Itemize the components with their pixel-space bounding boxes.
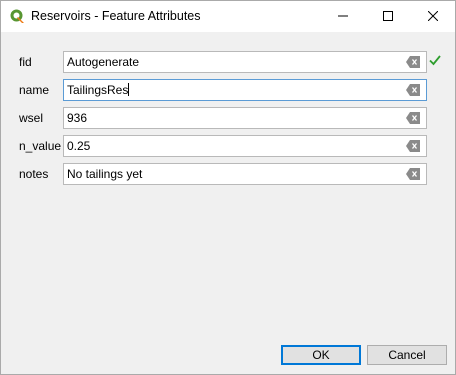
field-row-wsel: wsel 936 <box>1 107 455 129</box>
window-title: Reservoirs - Feature Attributes <box>31 9 201 23</box>
clear-icon[interactable] <box>406 168 420 180</box>
field-value: Autogenerate <box>67 55 140 69</box>
field-label: notes <box>19 167 49 181</box>
field-row-n-value: n_value 0.25 <box>1 135 455 157</box>
clear-icon[interactable] <box>406 112 420 124</box>
field-row-name: name TailingsRes <box>1 79 455 101</box>
field-row-fid: fid Autogenerate <box>1 51 455 73</box>
ok-button[interactable]: OK <box>281 345 361 365</box>
qgis-icon <box>9 8 25 24</box>
clear-icon[interactable] <box>406 56 420 68</box>
title-bar[interactable]: Reservoirs - Feature Attributes <box>1 1 455 32</box>
feature-attributes-dialog: Reservoirs - Feature Attributes fid Auto… <box>0 0 456 375</box>
maximize-button[interactable] <box>365 1 410 32</box>
text-caret <box>128 83 130 96</box>
field-value: No tailings yet <box>67 167 143 181</box>
close-button[interactable] <box>410 1 455 32</box>
clear-icon[interactable] <box>406 140 420 152</box>
close-icon <box>427 10 438 24</box>
fid-input[interactable]: Autogenerate <box>63 51 427 73</box>
field-value-text: TailingsRes <box>67 83 129 97</box>
field-value: 936 <box>67 111 88 125</box>
field-label: name <box>19 83 50 97</box>
wsel-input[interactable]: 936 <box>63 107 427 129</box>
checkmark-icon <box>428 53 442 67</box>
field-label: wsel <box>19 111 44 125</box>
notes-input[interactable]: No tailings yet <box>63 163 427 185</box>
name-input[interactable]: TailingsRes <box>63 79 427 101</box>
maximize-icon <box>382 10 393 24</box>
n-value-input[interactable]: 0.25 <box>63 135 427 157</box>
cancel-button[interactable]: Cancel <box>367 345 447 365</box>
field-value: TailingsRes <box>67 83 130 97</box>
field-value: 0.25 <box>67 139 91 153</box>
minimize-icon <box>337 10 348 24</box>
field-label: n_value <box>19 139 62 153</box>
clear-icon[interactable] <box>406 84 420 96</box>
field-row-notes: notes No tailings yet <box>1 163 455 185</box>
minimize-button[interactable] <box>320 1 365 32</box>
field-label: fid <box>19 55 32 69</box>
